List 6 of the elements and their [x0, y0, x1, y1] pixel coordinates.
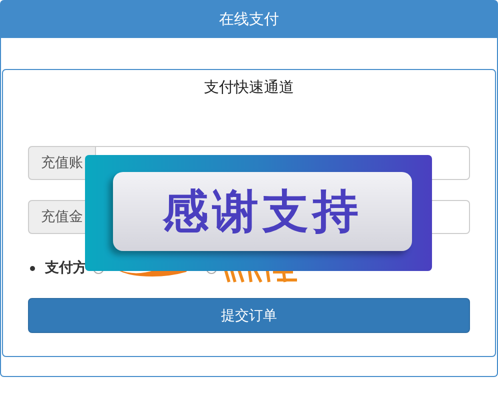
- bullet-icon: [30, 266, 35, 270]
- payment-label: 支付方: [45, 259, 87, 277]
- banner-text: 感谢支持: [113, 172, 412, 251]
- page-title: 在线支付: [219, 10, 279, 28]
- panel-title: 支付快速通道: [203, 78, 295, 98]
- submit-button[interactable]: 提交订单: [28, 298, 470, 333]
